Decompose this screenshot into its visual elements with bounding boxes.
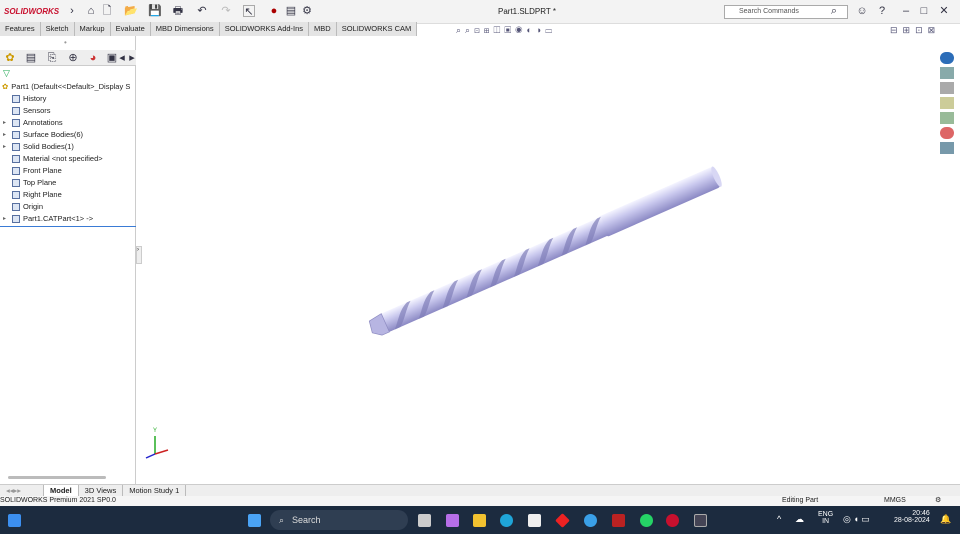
network-volume-battery-icons[interactable]: ◎ ◖ ▭	[843, 514, 870, 525]
onedrive-icon[interactable]: ☁	[795, 514, 804, 525]
widgets-icon[interactable]	[8, 514, 21, 527]
mode-text: Editing Part	[782, 497, 819, 504]
mcafee-icon[interactable]	[612, 514, 625, 527]
units-selector[interactable]: MMGS	[884, 497, 906, 504]
appearances-icon[interactable]	[940, 112, 954, 124]
edge-icon[interactable]	[500, 514, 513, 527]
start-button-icon[interactable]	[248, 514, 261, 527]
design-library-icon[interactable]	[940, 67, 954, 79]
clock[interactable]: 20:46 28-08-2024	[894, 510, 930, 524]
language-text: ENG	[818, 511, 834, 518]
image-viewer-icon[interactable]	[694, 514, 707, 527]
show-hidden-icons[interactable]: ^	[777, 514, 781, 524]
file-explorer-icon[interactable]	[473, 514, 486, 527]
view-palette-icon[interactable]	[940, 97, 954, 109]
taskbar-search-label: Search	[292, 515, 321, 525]
taskbar-search[interactable]: Search	[270, 510, 408, 530]
region-text: IN	[822, 518, 830, 525]
help-app-icon[interactable]	[584, 514, 597, 527]
search-icon: ⌕	[279, 515, 285, 525]
solidworks-resources-icon[interactable]	[940, 52, 954, 64]
tab-navigation-arrows[interactable]: ◂◂▸▸	[0, 485, 44, 496]
date-text: 28-08-2024	[894, 517, 930, 524]
drill-shank[interactable]	[598, 167, 721, 238]
tab-motion-study-1[interactable]: Motion Study 1	[123, 485, 187, 496]
language-indicator[interactable]: ENG IN	[818, 511, 833, 525]
version-text: SOLIDWORKS Premium 2021 SP0.0	[0, 497, 116, 504]
drill-bit-model[interactable]	[366, 165, 723, 339]
triad-z-axis	[145, 453, 156, 459]
solidworks-taskbar-icon[interactable]	[666, 514, 679, 527]
tab-model[interactable]: Model	[44, 485, 79, 496]
triad-x-axis	[154, 449, 169, 455]
coordinate-triad: Y	[145, 428, 169, 459]
app-diamond-icon[interactable]	[555, 513, 570, 528]
task-view-icon[interactable]	[418, 514, 431, 527]
status-bar: SOLIDWORKS Premium 2021 SP0.0 Editing Pa…	[0, 496, 960, 506]
bottom-tabs: ◂◂▸▸ Model 3D Views Motion Study 1	[0, 484, 960, 496]
copilot-icon[interactable]	[446, 514, 459, 527]
graphics-area[interactable]: Y	[0, 0, 960, 534]
triad-y-label: Y	[153, 428, 157, 434]
whatsapp-icon[interactable]	[640, 514, 653, 527]
task-pane-tabs	[940, 52, 954, 154]
notification-bell-icon[interactable]: 🔔	[940, 514, 951, 525]
properties-list-icon[interactable]	[940, 142, 954, 154]
windows-taskbar: Search ⌕ ^ ☁ ENG IN ◎ ◖ ▭ 20:46 28-08-2024…	[0, 506, 960, 534]
tab-3d-views[interactable]: 3D Views	[79, 485, 124, 496]
store-icon[interactable]	[528, 514, 541, 527]
custom-properties-icon[interactable]	[940, 127, 954, 139]
time-text: 20:46	[912, 510, 930, 517]
status-settings-icon[interactable]: ⚙	[935, 496, 941, 504]
file-explorer-icon[interactable]	[940, 82, 954, 94]
